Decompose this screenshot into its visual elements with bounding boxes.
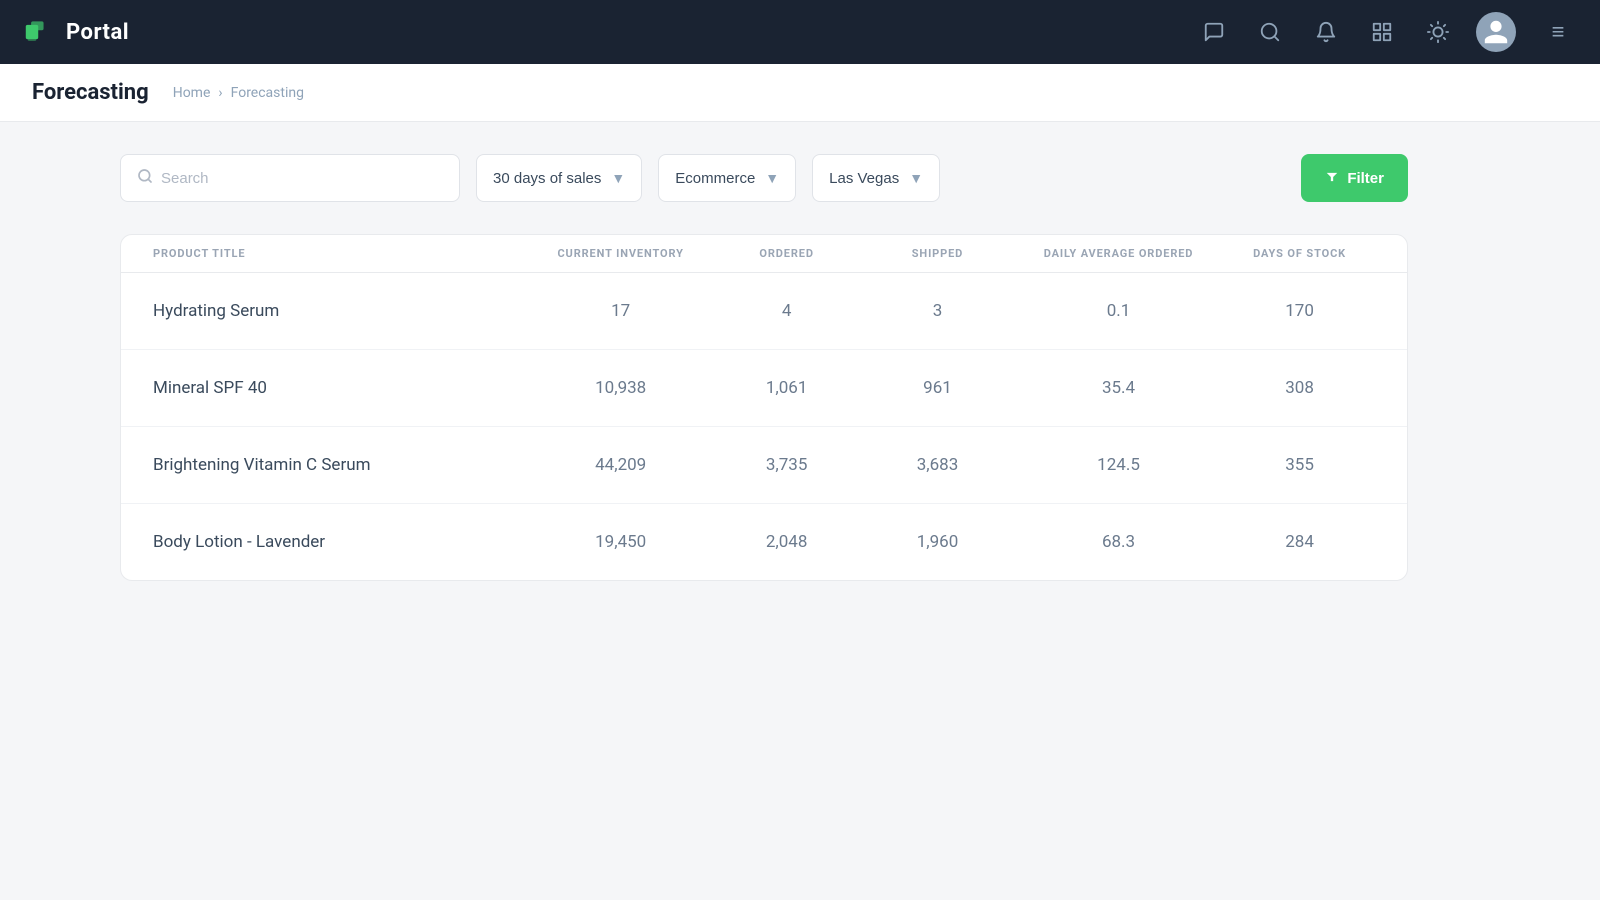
hamburger-menu-icon[interactable]: ≡ xyxy=(1540,14,1576,50)
cell-daily-average: 124.5 xyxy=(1013,455,1224,475)
app-name: Portal xyxy=(66,20,129,45)
chevron-down-icon: ▼ xyxy=(909,170,923,186)
top-navigation: Portal xyxy=(0,0,1600,64)
col-header-current-inventory: CURRENT INVENTORY xyxy=(530,247,711,260)
cell-ordered: 4 xyxy=(711,301,862,321)
channel-label: Ecommerce xyxy=(675,170,755,187)
cell-current-inventory: 44,209 xyxy=(530,455,711,475)
filter-icon xyxy=(1325,170,1339,187)
table-row: Hydrating Serum 17 4 3 0.1 170 xyxy=(121,273,1407,350)
cell-ordered: 3,735 xyxy=(711,455,862,475)
sun-icon[interactable] xyxy=(1420,14,1456,50)
nav-icons-group: ≡ xyxy=(1196,12,1576,52)
portal-logo-icon xyxy=(24,16,56,48)
cell-daily-average: 68.3 xyxy=(1013,532,1224,552)
user-avatar[interactable] xyxy=(1476,12,1516,52)
cell-current-inventory: 10,938 xyxy=(530,378,711,398)
cell-ordered: 2,048 xyxy=(711,532,862,552)
cell-product-title: Body Lotion - Lavender xyxy=(153,532,530,552)
cell-shipped: 3 xyxy=(862,301,1013,321)
cell-days-of-stock: 284 xyxy=(1224,532,1375,552)
breadcrumb-separator: › xyxy=(218,85,222,101)
search-box[interactable] xyxy=(120,154,460,202)
filter-button-label: Filter xyxy=(1347,170,1384,187)
col-header-shipped: SHIPPED xyxy=(862,247,1013,260)
main-content: 30 days of sales ▼ Ecommerce ▼ Las Vegas… xyxy=(0,122,1440,613)
col-header-daily-average: DAILY AVERAGE ORDERED xyxy=(1013,247,1224,260)
breadcrumb-home[interactable]: Home xyxy=(173,85,211,101)
table-header-row: PRODUCT TITLE CURRENT INVENTORY ORDERED … xyxy=(121,235,1407,273)
search-input-icon xyxy=(137,168,153,188)
chevron-down-icon: ▼ xyxy=(611,170,625,186)
cell-product-title: Mineral SPF 40 xyxy=(153,378,530,398)
cell-shipped: 3,683 xyxy=(862,455,1013,475)
table-row: Brightening Vitamin C Serum 44,209 3,735… xyxy=(121,427,1407,504)
chevron-down-icon: ▼ xyxy=(765,170,779,186)
cell-days-of-stock: 308 xyxy=(1224,378,1375,398)
location-dropdown[interactable]: Las Vegas ▼ xyxy=(812,154,940,202)
table-row: Mineral SPF 40 10,938 1,061 961 35.4 308 xyxy=(121,350,1407,427)
search-input[interactable] xyxy=(161,170,443,187)
location-label: Las Vegas xyxy=(829,170,899,187)
days-of-sales-label: 30 days of sales xyxy=(493,170,601,187)
breadcrumb-current: Forecasting xyxy=(231,85,304,101)
cell-ordered: 1,061 xyxy=(711,378,862,398)
page-title: Forecasting xyxy=(32,80,149,105)
cell-days-of-stock: 170 xyxy=(1224,301,1375,321)
col-header-ordered: ORDERED xyxy=(711,247,862,260)
table-body: Hydrating Serum 17 4 3 0.1 170 Mineral S… xyxy=(121,273,1407,580)
search-icon[interactable] xyxy=(1252,14,1288,50)
days-of-sales-dropdown[interactable]: 30 days of sales ▼ xyxy=(476,154,642,202)
cell-product-title: Hydrating Serum xyxy=(153,301,530,321)
cell-current-inventory: 19,450 xyxy=(530,532,711,552)
bell-icon[interactable] xyxy=(1308,14,1344,50)
filters-row: 30 days of sales ▼ Ecommerce ▼ Las Vegas… xyxy=(120,154,1408,202)
cell-daily-average: 0.1 xyxy=(1013,301,1224,321)
grid-icon[interactable] xyxy=(1364,14,1400,50)
col-header-days-of-stock: DAYS OF STOCK xyxy=(1224,247,1375,260)
cell-product-title: Brightening Vitamin C Serum xyxy=(153,455,530,475)
breadcrumb-section: Forecasting Home › Forecasting xyxy=(0,64,1600,122)
channel-dropdown[interactable]: Ecommerce ▼ xyxy=(658,154,796,202)
col-header-product-title: PRODUCT TITLE xyxy=(153,247,530,260)
data-table: PRODUCT TITLE CURRENT INVENTORY ORDERED … xyxy=(120,234,1408,581)
cell-shipped: 1,960 xyxy=(862,532,1013,552)
cell-days-of-stock: 355 xyxy=(1224,455,1375,475)
chat-icon[interactable] xyxy=(1196,14,1232,50)
cell-daily-average: 35.4 xyxy=(1013,378,1224,398)
cell-current-inventory: 17 xyxy=(530,301,711,321)
filter-button[interactable]: Filter xyxy=(1301,154,1408,202)
table-row: Body Lotion - Lavender 19,450 2,048 1,96… xyxy=(121,504,1407,580)
cell-shipped: 961 xyxy=(862,378,1013,398)
logo-area: Portal xyxy=(24,16,1180,48)
